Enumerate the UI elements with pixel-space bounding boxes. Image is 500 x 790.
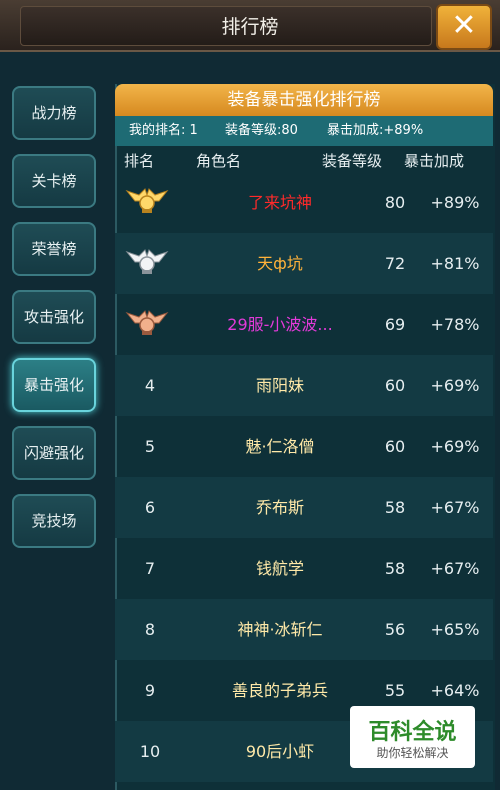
col-crit-header: 暴击加成 <box>404 152 465 170</box>
table-row[interactable]: 天ф坑 72 +81% <box>115 233 493 294</box>
board-title: 装备暴击强化排行榜 <box>115 84 493 116</box>
sidebar-item-power[interactable]: 战力榜 <box>12 86 96 140</box>
sidebar-item-crit[interactable]: 暴击强化 <box>12 358 96 412</box>
gold-medal-icon <box>125 185 169 215</box>
table-row[interactable]: 5 魅·仁洛僧 60 +69% <box>115 416 493 477</box>
crit-bonus: +67% <box>430 498 480 517</box>
silver-medal-icon <box>125 246 169 276</box>
window-title: 排行榜 <box>221 16 279 38</box>
watermark-subtitle: 助你轻松解决 <box>376 746 449 760</box>
rank-number: 6 <box>144 498 156 517</box>
watermark-title: 百科全说 <box>368 720 457 745</box>
my-crit: 暴击加成:+89% <box>327 123 424 138</box>
sidebar-item-attack[interactable]: 攻击强化 <box>12 290 96 344</box>
close-icon: ✕ <box>451 8 477 43</box>
rank-number: 5 <box>144 437 156 456</box>
my-rank: 我的排名: 1 <box>129 123 198 138</box>
my-level: 装备等级:80 <box>225 123 298 138</box>
crit-bonus: +67% <box>430 559 480 578</box>
rank-number: 4 <box>144 376 156 395</box>
crit-bonus: +89% <box>430 193 480 212</box>
rank-number: 9 <box>144 681 156 700</box>
table-row[interactable]: 4 雨阳妹 60 +69% <box>115 355 493 416</box>
bronze-medal-icon <box>125 307 169 337</box>
my-rank-bar: 我的排名: 1 装备等级:80 暴击加成:+89% <box>115 116 493 146</box>
rank-number: 10 <box>139 742 161 761</box>
crit-bonus: +81% <box>430 254 480 273</box>
rank-number: 7 <box>144 559 156 578</box>
sidebar-item-dodge[interactable]: 闪避强化 <box>12 426 96 480</box>
table-row[interactable]: 29服-小波波... 69 +78% <box>115 294 493 355</box>
table-row[interactable]: 7 钱航学 58 +67% <box>115 538 493 599</box>
crit-bonus: +65% <box>430 620 480 639</box>
crit-bonus: +69% <box>430 437 480 456</box>
watermark: 百科全说 助你轻松解决 <box>350 706 475 768</box>
sidebar-item-arena[interactable]: 竞技场 <box>12 494 96 548</box>
title-bar: 排行榜 ✕ <box>0 0 500 52</box>
col-rank-header: 排名 <box>124 152 155 170</box>
col-name-header: 角色名 <box>196 152 242 170</box>
col-level-header: 装备等级 <box>322 152 383 170</box>
rank-number: 8 <box>144 620 156 639</box>
table-row[interactable]: 6 乔布斯 58 +67% <box>115 477 493 538</box>
table-row[interactable]: 8 神神·冰斩仁 56 +65% <box>115 599 493 660</box>
close-button[interactable]: ✕ <box>436 4 492 50</box>
crit-bonus: +78% <box>430 315 480 334</box>
leaderboard-window: 排行榜 ✕ 战力榜 关卡榜 荣誉榜 攻击强化 暴击强化 闪避强化 竞技场 装备暴… <box>0 0 500 790</box>
sidebar-item-honor[interactable]: 荣誉榜 <box>12 222 96 276</box>
crit-bonus: +69% <box>430 376 480 395</box>
table-row[interactable]: 了来坑神 80 +89% <box>115 172 493 233</box>
sidebar-item-stage[interactable]: 关卡榜 <box>12 154 96 208</box>
